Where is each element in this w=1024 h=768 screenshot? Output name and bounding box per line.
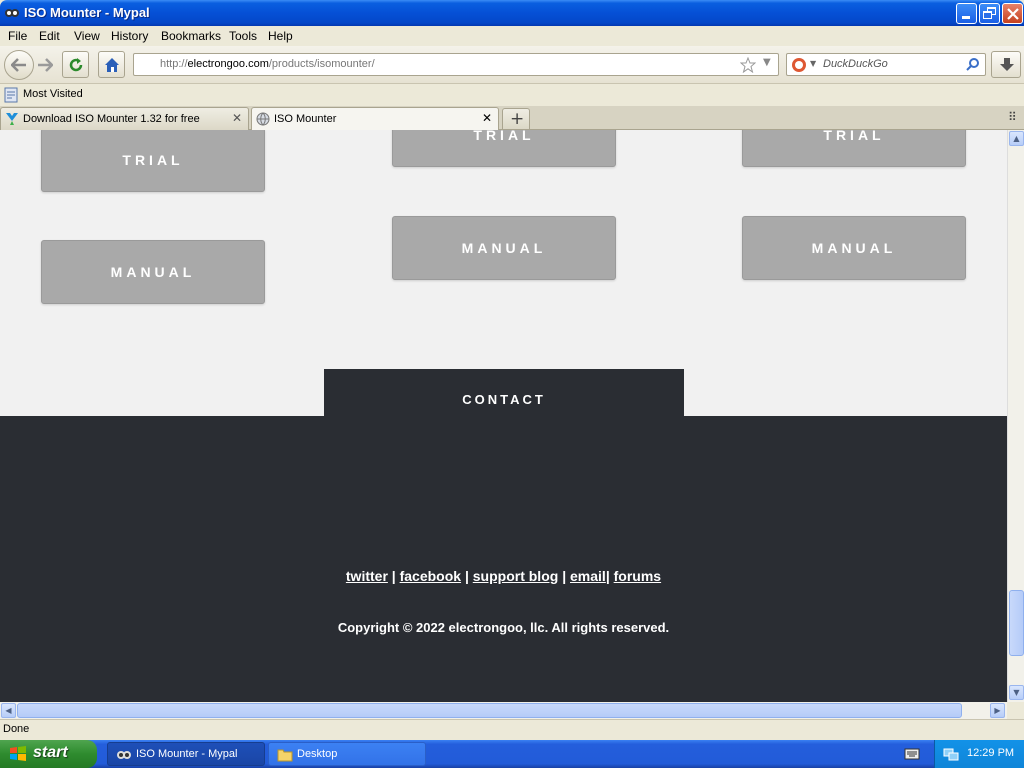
support-blog-link[interactable]: support blog (473, 568, 559, 584)
keyboard-icon[interactable] (904, 747, 920, 761)
network-icon[interactable] (943, 746, 959, 762)
windows-logo-icon (10, 746, 26, 761)
page-content: TRIAL TRIAL TRIAL MANUAL MANUAL MANUAL t… (0, 130, 1007, 702)
search-engine-dropdown-icon[interactable]: ▼ (810, 59, 816, 68)
bookmark-star-icon[interactable] (740, 57, 756, 73)
tab-list-icon[interactable]: ⠿ (1008, 110, 1017, 124)
start-button[interactable]: start (0, 740, 97, 768)
menu-bar: File Edit View History Bookmarks Tools H… (0, 26, 1024, 46)
menu-view[interactable]: View (74, 29, 100, 43)
plus-icon: + (510, 109, 525, 129)
trial-button-1[interactable]: TRIAL (41, 130, 265, 192)
window-title: ISO Mounter - Mypal (24, 5, 150, 20)
mypal-app-icon (5, 9, 19, 17)
back-button[interactable] (4, 50, 34, 80)
copyright-text: Copyright © 2022 electrongoo, llc. All r… (337, 620, 670, 635)
status-bar: Done (0, 719, 1024, 740)
home-button[interactable] (98, 51, 125, 78)
menu-bookmarks[interactable]: Bookmarks (161, 29, 221, 43)
back-arrow-icon (11, 58, 26, 72)
trial-button-3[interactable]: TRIAL (742, 130, 966, 167)
facebook-link[interactable]: facebook (400, 568, 461, 584)
new-tab-button[interactable]: + (502, 108, 530, 129)
menu-history[interactable]: History (111, 29, 148, 43)
scroll-up-button[interactable]: ▲ (1009, 131, 1024, 146)
close-icon (1007, 8, 1019, 20)
scroll-down-button[interactable]: ▼ (1009, 685, 1024, 700)
close-tab-icon[interactable]: ✕ (482, 111, 492, 125)
taskbar-item-desktop[interactable]: Desktop (268, 742, 426, 766)
menu-edit[interactable]: Edit (39, 29, 60, 43)
duckduckgo-icon[interactable] (791, 57, 807, 73)
reload-button[interactable] (62, 51, 89, 78)
close-tab-icon[interactable]: ✕ (232, 111, 242, 125)
manual-button-1[interactable]: MANUAL (41, 240, 265, 304)
taskbar-item-label: Desktop (297, 748, 338, 760)
search-input[interactable]: DuckDuckGo (823, 58, 888, 70)
browser-window: ISO Mounter - Mypal File Edit View Histo… (0, 0, 1024, 740)
menu-tools[interactable]: Tools (229, 29, 257, 43)
most-visited-bookmark[interactable]: Most Visited (23, 88, 83, 100)
maximize-button[interactable] (979, 3, 1000, 24)
search-bar[interactable]: ▼ DuckDuckGo (786, 53, 986, 76)
home-icon (105, 58, 119, 72)
search-icon[interactable] (966, 57, 980, 71)
start-label: start (33, 744, 68, 761)
url-domain: electrongoo.com (187, 58, 269, 70)
email-link[interactable]: email (570, 568, 606, 584)
horizontal-scroll-thumb[interactable] (17, 703, 962, 718)
trial-button-2[interactable]: TRIAL (392, 130, 616, 167)
tab-label: ISO Mounter (274, 113, 337, 125)
title-bar: ISO Mounter - Mypal (0, 0, 1024, 26)
close-window-button[interactable] (1002, 3, 1023, 24)
tab-iso-mounter[interactable]: ISO Mounter ✕ (251, 107, 499, 131)
system-tray: 12:29 PM (934, 740, 1024, 768)
globe-icon (256, 112, 270, 126)
forward-arrow-icon[interactable] (37, 58, 53, 72)
menu-file[interactable]: File (8, 29, 27, 43)
manual-button-3[interactable]: MANUAL (742, 216, 966, 280)
forums-link[interactable]: forums (614, 568, 661, 584)
folder-icon (277, 749, 293, 762)
url-path: /products/isomounter/ (268, 58, 375, 70)
taskbar-item-label: ISO Mounter - Mypal (136, 748, 238, 760)
clock: 12:29 PM (967, 747, 1015, 759)
page-footer: twitter | facebook | support blog | emai… (0, 416, 1007, 702)
taskbar-item-mypal[interactable]: ISO Mounter - Mypal (107, 742, 265, 766)
contact-tab[interactable]: CONTACT (324, 369, 684, 429)
download-site-favicon (6, 113, 18, 125)
vertical-scroll-thumb[interactable] (1009, 590, 1024, 656)
minimize-button[interactable] (956, 3, 977, 24)
address-bar[interactable]: http://electrongoo.com/products/isomount… (133, 53, 779, 76)
tab-download-iso-mounter[interactable]: Download ISO Mounter 1.32 for free ✕ (0, 107, 249, 130)
bookmark-folder-icon (4, 87, 18, 103)
horizontal-scrollbar[interactable]: ◀ ▶ (0, 702, 1007, 719)
vertical-scrollbar[interactable]: ▲ ▼ (1007, 130, 1024, 702)
footer-links: twitter | facebook | support blog | emai… (345, 568, 662, 584)
reload-icon (69, 58, 83, 72)
tab-bar: Download ISO Mounter 1.32 for free ✕ ISO… (0, 106, 1024, 131)
bookmarks-toolbar: Most Visited (0, 84, 1024, 106)
taskbar: start ISO Mounter - Mypal Desktop 12:29 … (0, 740, 1024, 768)
status-text: Done (3, 723, 30, 735)
manual-button-2[interactable]: MANUAL (392, 216, 616, 280)
menu-help[interactable]: Help (268, 29, 293, 43)
scroll-right-button[interactable]: ▶ (990, 703, 1005, 718)
twitter-link[interactable]: twitter (346, 568, 388, 584)
minimize-icon (962, 16, 970, 19)
mypal-app-icon (117, 751, 131, 759)
url-dropdown-icon[interactable]: ▼ (763, 57, 771, 68)
scroll-left-button[interactable]: ◀ (1, 703, 16, 718)
download-icon (1000, 58, 1014, 71)
tab-label: Download ISO Mounter 1.32 for free (23, 113, 200, 125)
downloads-button[interactable] (991, 51, 1021, 78)
url-prefix: http:// (160, 58, 188, 70)
